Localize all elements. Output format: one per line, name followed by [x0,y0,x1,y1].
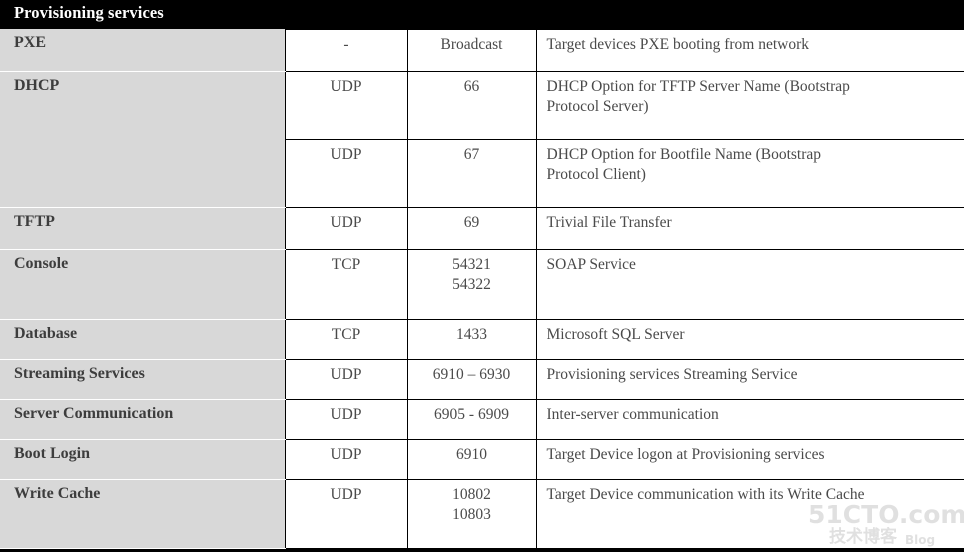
table-row: Boot Login UDP 6910 Target Device logon at … [0,438,964,480]
service-name-cell: Server Communication [0,398,285,440]
port-reference-table: Provisioning services PXE - Broadcast Target… [0,0,964,552]
service-name-cell: Streaming Services [0,358,285,400]
description-cell: Target Device logon at Provisioning serv… [535,438,964,480]
section-header-label: SmartAuditor [0,548,964,552]
port-cell: 67 [406,138,536,208]
description-cell: Provisioning services Streaming Service [535,358,964,400]
description-line: Trivial File Transfer [546,213,672,231]
port-value: 6910 – 6930 [432,365,511,383]
port-value: 6905 - 6909 [434,405,509,423]
port-value: 10803 [452,506,491,524]
section-header-row: SmartAuditor [0,548,964,552]
description-line: Inter-server communication [546,405,719,423]
description-line: Protocol Client) [546,165,646,183]
section-header-row: Provisioning services [0,0,964,29]
port-value: Broadcast [440,35,503,53]
protocol-cell: UDP [284,478,407,549]
service-name-cell: PXE [0,29,285,72]
port-value: 6910 [456,445,487,463]
protocol-value: - [343,35,349,53]
port-value: 67 [463,145,480,163]
port-cell: 6910 [406,438,536,480]
protocol-cell: TCP [284,248,407,320]
description-line: Microsoft SQL Server [546,325,685,343]
description-line: DHCP Option for Bootfile Name (Bootstrap [546,145,822,163]
table-row: PXE - Broadcast Target devices PXE booting … [0,28,964,72]
table-row: Console TCP 54321 54322 SOAP Service [0,248,964,320]
table-row: Write Cache UDP 10802 10803 Target Device co… [0,478,964,549]
service-name-cell: Boot Login [0,438,285,480]
description-cell: Microsoft SQL Server [535,318,964,360]
port-value: 69 [463,213,480,231]
description-line: Provisioning services Streaming Service [546,365,798,383]
protocol-cell: UDP [284,206,407,250]
protocol-value: UDP [330,145,362,163]
port-cell: 66 [406,70,536,140]
protocol-value: UDP [330,77,362,95]
protocol-value: UDP [330,405,362,423]
protocol-cell: UDP [284,70,407,140]
table-row: Server Communication UDP 6905 - 6909 Inter-… [0,398,964,440]
port-cell: Broadcast [406,28,536,72]
service-name-cell: DHCP [0,70,285,208]
description-cell: DHCP Option for TFTP Server Name (Bootst… [535,70,964,140]
protocol-value: UDP [330,445,362,463]
port-value: 54322 [452,276,491,294]
service-name-cell: TFTP [0,206,285,250]
protocol-value: UDP [330,365,362,383]
description-cell: Inter-server communication [535,398,964,440]
description-cell: SOAP Service [535,248,964,320]
port-cell: 69 [406,206,536,250]
service-name-cell: Write Cache [0,478,285,549]
port-cell: 6910 – 6930 [406,358,536,400]
service-name-cell: Console [0,248,285,320]
description-cell: DHCP Option for Bootfile Name (Bootstrap… [535,138,964,208]
port-cell: 54321 54322 [406,248,536,320]
description-line: Target Device logon at Provisioning serv… [546,445,825,463]
description-line: Target Device communication with its Wri… [546,485,865,503]
description-cell: Trivial File Transfer [535,206,964,250]
port-value: 1433 [456,325,487,343]
document-page: Provisioning services PXE - Broadcast Target… [0,0,964,552]
port-value: 54321 [452,255,491,273]
section-header-label: Provisioning services [0,0,964,29]
table-row: TFTP UDP 69 Trivial File Transfer [0,206,964,250]
table-row: Streaming Services UDP 6910 – 6930 Provisio… [0,358,964,400]
description-cell: Target devices PXE booting from network [535,28,964,72]
description-cell: Target Device communication with its Wri… [535,478,964,549]
port-cell: 10802 10803 [406,478,536,549]
description-line: DHCP Option for TFTP Server Name (Bootst… [546,77,850,95]
protocol-cell: UDP [284,398,407,440]
protocol-value: TCP [331,255,361,273]
protocol-value: UDP [330,213,362,231]
description-line: Protocol Server) [546,97,649,115]
port-cell: 6905 - 6909 [406,398,536,440]
protocol-cell: - [284,28,407,72]
service-name-cell: Database [0,318,285,360]
port-value: 66 [463,77,480,95]
description-line: Target devices PXE booting from network [546,35,810,53]
description-line: SOAP Service [546,255,636,273]
protocol-value: TCP [331,325,361,343]
table-row: DHCP UDP 66 DHCP Option for TFTP Server Nam… [0,70,964,208]
protocol-cell: TCP [284,318,407,360]
protocol-cell: UDP [284,138,407,208]
port-value: 10802 [452,485,491,503]
port-cell: 1433 [406,318,536,360]
protocol-cell: UDP [284,358,407,400]
protocol-cell: UDP [284,438,407,480]
protocol-value: UDP [330,485,362,503]
table-row: Database TCP 1433 Microsoft SQL Server [0,318,964,360]
